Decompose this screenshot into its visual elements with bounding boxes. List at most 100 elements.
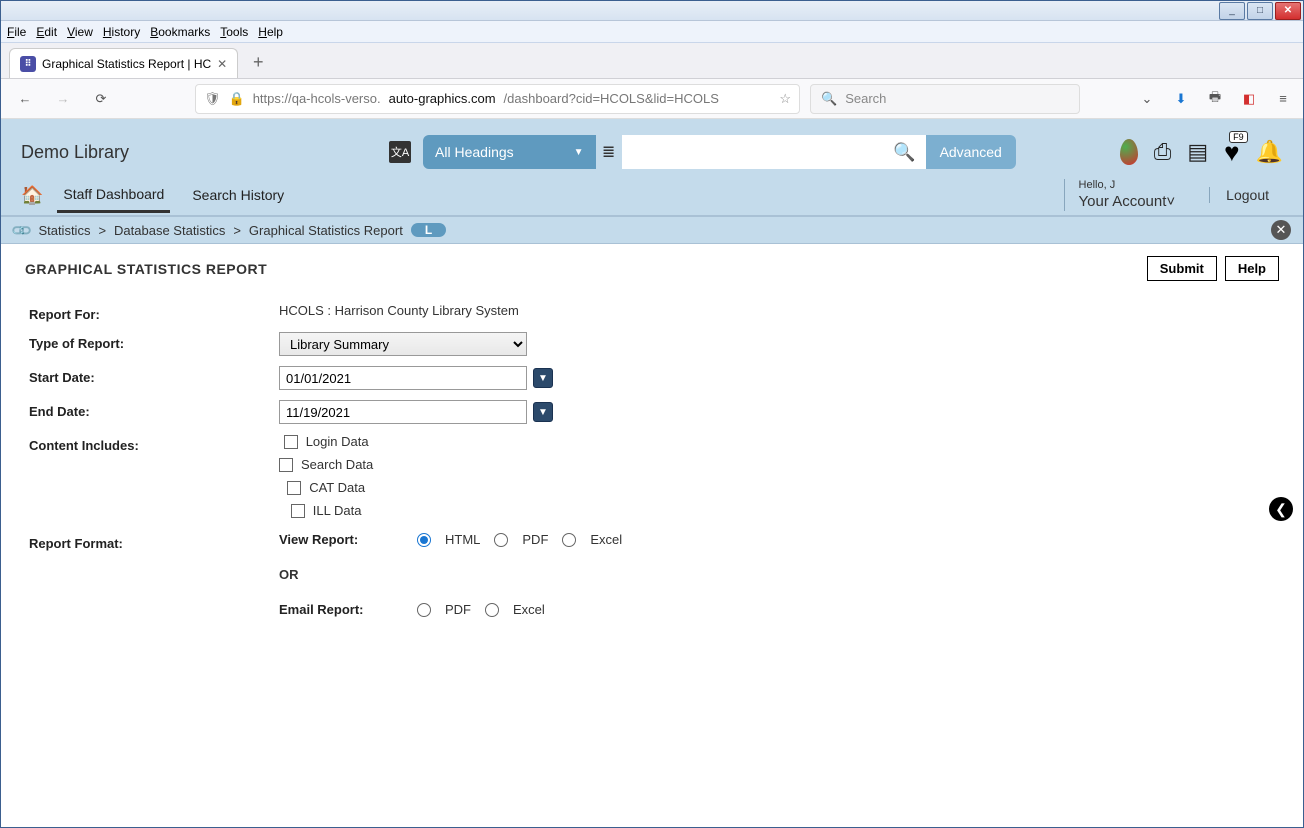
account-name: Your Account xyxy=(1079,193,1167,210)
breadcrumb-2[interactable]: Database Statistics xyxy=(114,223,225,238)
view-report-label: View Report: xyxy=(279,532,403,547)
cat-data-label: CAT Data xyxy=(309,480,365,495)
browser-menubar: File Edit View History Bookmarks Tools H… xyxy=(1,21,1303,43)
email-pdf-radio[interactable] xyxy=(417,603,431,617)
tab-title: Graphical Statistics Report | HC xyxy=(42,57,211,71)
menu-view[interactable]: View xyxy=(67,25,93,39)
view-pdf-label: PDF xyxy=(522,532,548,547)
email-excel-radio[interactable] xyxy=(485,603,499,617)
bookmark-star-icon[interactable]: ☆ xyxy=(779,91,791,107)
breadcrumb-3: Graphical Statistics Report xyxy=(249,223,403,238)
email-report-label: Email Report: xyxy=(279,602,403,617)
menu-history[interactable]: History xyxy=(103,25,140,39)
browser-tab-row: ⠿ Graphical Statistics Report | HC ✕ + xyxy=(1,43,1303,79)
url-input[interactable]: 🛡 🔒 https://qa-hcols-verso.auto-graphics… xyxy=(195,84,800,114)
search-data-checkbox[interactable] xyxy=(279,458,293,472)
back-button[interactable]: ← xyxy=(11,85,39,113)
notifications-bell-icon[interactable]: 🔔 xyxy=(1256,139,1283,165)
url-scheme: https://qa-hcols-verso. xyxy=(253,91,381,106)
nav-search-history[interactable]: Search History xyxy=(186,179,290,211)
view-pdf-radio[interactable] xyxy=(494,533,508,547)
view-html-radio[interactable] xyxy=(417,533,431,547)
report-for-value: HCOLS : Harrison County Library System xyxy=(279,303,519,318)
print-icon[interactable]: 🖶 xyxy=(1205,89,1225,109)
breadcrumb-close-icon[interactable]: ✕ xyxy=(1271,220,1291,240)
menu-file[interactable]: File xyxy=(7,25,26,39)
list-icon[interactable]: ▤ xyxy=(1187,139,1208,165)
language-icon[interactable]: 文A xyxy=(389,141,411,163)
nav-staff-dashboard[interactable]: Staff Dashboard xyxy=(57,178,170,213)
view-excel-radio[interactable] xyxy=(562,533,576,547)
lock-icon: 🔒 xyxy=(229,91,245,107)
report-format-label: Report Format: xyxy=(29,532,279,551)
advanced-search-button[interactable]: Advanced xyxy=(926,135,1016,169)
url-toolbar: ← → ⟳ 🛡 🔒 https://qa-hcols-verso.auto-gr… xyxy=(1,79,1303,119)
catalog-search-button[interactable]: 🔍 xyxy=(884,135,926,169)
heart-badge: F9 xyxy=(1229,131,1248,143)
forward-button[interactable]: → xyxy=(49,85,77,113)
report-for-label: Report For: xyxy=(29,303,279,322)
tab-close-icon[interactable]: ✕ xyxy=(217,57,227,71)
breadcrumb-1[interactable]: Statistics xyxy=(38,223,90,238)
email-excel-label: Excel xyxy=(513,602,545,617)
page-title: GRAPHICAL STATISTICS REPORT xyxy=(25,261,267,277)
extension-icon[interactable]: ◧ xyxy=(1239,89,1259,109)
new-tab-button[interactable]: + xyxy=(244,48,272,76)
shield-icon: 🛡 xyxy=(204,91,221,107)
balloon-icon[interactable] xyxy=(1120,139,1138,165)
login-data-label: Login Data xyxy=(306,434,369,449)
side-collapse-icon[interactable]: ❮ xyxy=(1269,497,1293,521)
database-icon[interactable]: ≣ xyxy=(596,135,622,169)
view-excel-label: Excel xyxy=(590,532,622,547)
end-date-label: End Date: xyxy=(29,400,279,419)
start-date-input[interactable] xyxy=(279,366,527,390)
search-data-label: Search Data xyxy=(301,457,373,472)
maximize-button[interactable]: □ xyxy=(1247,2,1273,20)
email-pdf-label: PDF xyxy=(445,602,471,617)
menu-edit[interactable]: Edit xyxy=(36,25,57,39)
content-includes-label: Content Includes: xyxy=(29,434,279,453)
headings-dropdown[interactable]: All Headings ▼ xyxy=(423,135,596,169)
search-icon: 🔍 xyxy=(821,91,837,107)
cat-data-checkbox[interactable] xyxy=(287,481,301,495)
home-icon[interactable]: 🏠 xyxy=(21,185,43,206)
download-icon[interactable]: ⬇ xyxy=(1171,89,1191,109)
type-of-report-select[interactable]: Library Summary xyxy=(279,332,527,356)
login-data-checkbox[interactable] xyxy=(284,435,298,449)
account-dropdown[interactable]: Hello, J Your Account˅ xyxy=(1064,179,1190,210)
pocket-icon[interactable]: ⌄ xyxy=(1137,89,1157,109)
headings-label: All Headings xyxy=(435,144,514,160)
favicon-icon: ⠿ xyxy=(20,56,36,72)
chevron-down-icon: ▼ xyxy=(574,147,584,158)
catalog-search-input[interactable] xyxy=(622,135,884,169)
menu-tools[interactable]: Tools xyxy=(220,25,248,39)
app-header: Demo Library 文A All Headings ▼ ≣ 🔍 Advan… xyxy=(1,119,1303,216)
type-of-report-label: Type of Report: xyxy=(29,332,279,351)
ill-data-label: ILL Data xyxy=(313,503,362,518)
browser-search-box[interactable]: 🔍 Search xyxy=(810,84,1080,114)
browser-tab-active[interactable]: ⠿ Graphical Statistics Report | HC ✕ xyxy=(9,48,238,78)
os-titlebar: _ □ ✕ xyxy=(1,1,1303,21)
help-button[interactable]: Help xyxy=(1225,256,1279,281)
reload-button[interactable]: ⟳ xyxy=(87,85,115,113)
menu-bookmarks[interactable]: Bookmarks xyxy=(150,25,210,39)
page-title-row: GRAPHICAL STATISTICS REPORT Submit Help xyxy=(1,244,1303,293)
minimize-button[interactable]: _ xyxy=(1219,2,1245,20)
ill-data-checkbox[interactable] xyxy=(291,504,305,518)
report-form: Report For: HCOLS : Harrison County Libr… xyxy=(1,293,1303,637)
hamburger-icon[interactable]: ≡ xyxy=(1273,89,1293,109)
logout-link[interactable]: Logout xyxy=(1209,187,1269,203)
breadcrumb-sep: > xyxy=(233,223,241,238)
chevron-down-icon: ˅ xyxy=(1166,193,1175,210)
submit-button[interactable]: Submit xyxy=(1147,256,1217,281)
view-html-label: HTML xyxy=(445,532,480,547)
os-close-button[interactable]: ✕ xyxy=(1275,2,1301,20)
end-date-picker-icon[interactable]: ▼ xyxy=(533,402,553,422)
scan-icon[interactable]: ⎙ xyxy=(1154,139,1172,165)
favorites-heart-icon[interactable]: ♥F9 xyxy=(1224,137,1239,168)
library-brand: Demo Library xyxy=(21,142,129,163)
start-date-picker-icon[interactable]: ▼ xyxy=(533,368,553,388)
end-date-input[interactable] xyxy=(279,400,527,424)
search-placeholder: Search xyxy=(845,91,886,106)
menu-help[interactable]: Help xyxy=(258,25,283,39)
